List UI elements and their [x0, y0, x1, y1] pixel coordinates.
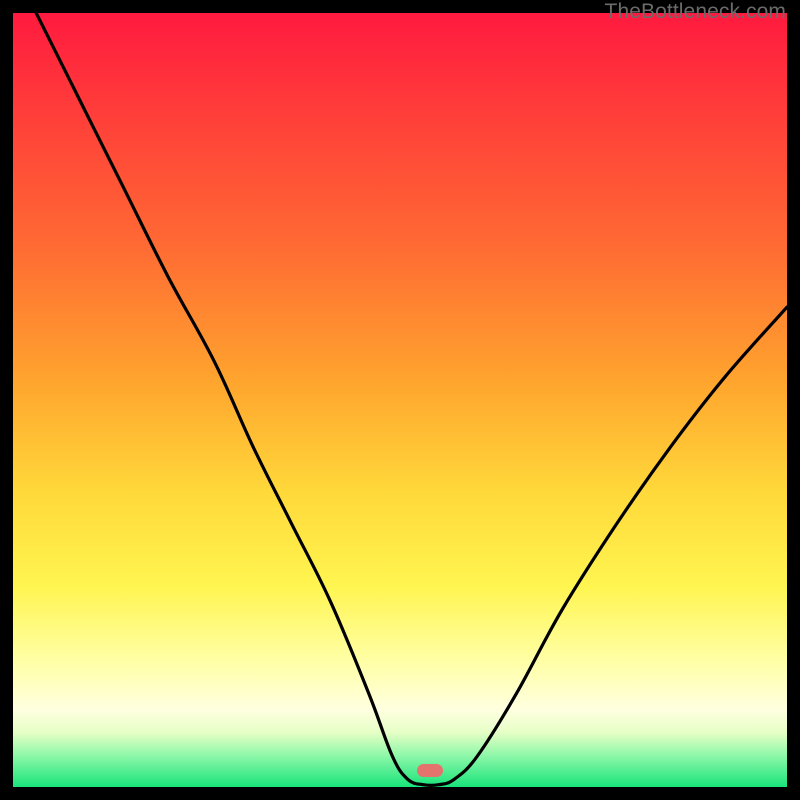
watermark-text: TheBottleneck.com [605, 0, 786, 24]
optimal-point-marker [417, 764, 443, 777]
chart-root: TheBottleneck.com [0, 0, 800, 800]
curve-svg [13, 13, 787, 787]
bottleneck-curve [36, 13, 787, 785]
plot-area [13, 13, 787, 787]
